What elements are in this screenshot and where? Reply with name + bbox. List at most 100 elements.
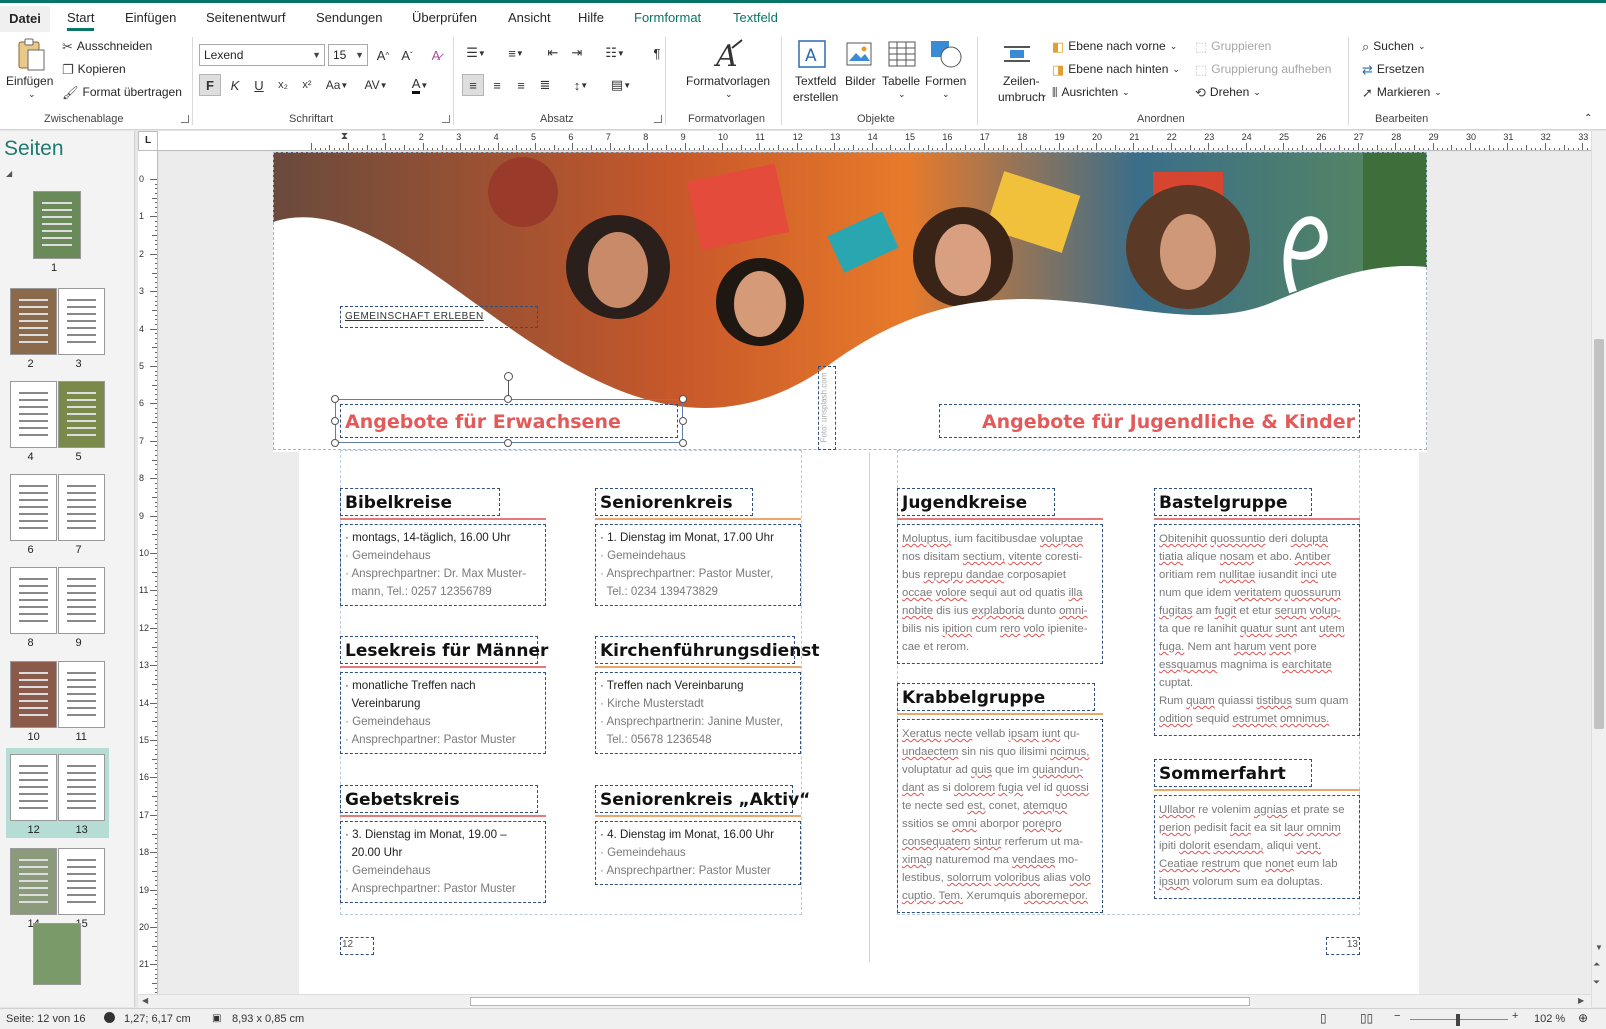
bullets-icon[interactable]: ☰ ▼ bbox=[460, 42, 492, 64]
scroll-left-icon[interactable]: ◀ bbox=[142, 996, 148, 1005]
paste-button[interactable]: Einfügen bbox=[6, 73, 53, 89]
menu-datei[interactable]: Datei bbox=[0, 6, 50, 32]
line-spacing-icon[interactable]: ↕ ▼ bbox=[566, 74, 596, 96]
page-thumbnail-13[interactable] bbox=[58, 754, 105, 821]
align-button[interactable]: ⫴ Ausrichten ⌄ bbox=[1052, 85, 1130, 99]
shapes-button[interactable]: Formen bbox=[925, 73, 966, 89]
menu-ueberpruefen[interactable]: Überprüfen bbox=[412, 10, 477, 25]
columns-icon[interactable]: ☷ ▼ bbox=[600, 42, 630, 64]
section-heading-box[interactable]: Kirchenführungsdienst bbox=[595, 636, 820, 664]
menu-ansicht[interactable]: Ansicht bbox=[508, 10, 551, 25]
chevron-down-icon[interactable]: ⌄ bbox=[725, 89, 733, 100]
collapse-ribbon-icon[interactable]: ⌃ bbox=[1584, 113, 1592, 124]
font-family-select[interactable]: Lexend ▼ bbox=[199, 44, 325, 66]
menu-einfuegen[interactable]: Einfügen bbox=[125, 10, 176, 25]
underline-button[interactable]: U bbox=[248, 74, 270, 96]
page-thumbnail-2[interactable] bbox=[10, 288, 57, 355]
page-thumbnail-9[interactable] bbox=[58, 567, 105, 634]
page-thumbnail-14[interactable] bbox=[10, 848, 57, 915]
chevron-down-icon[interactable]: ⌄ bbox=[898, 89, 906, 100]
kicker-textbox[interactable]: Gemeinschaft erleben bbox=[340, 306, 538, 328]
textbox-icon[interactable]: A bbox=[797, 39, 827, 69]
resize-handle[interactable] bbox=[504, 439, 512, 447]
paste-dropdown-icon[interactable]: ⌄ bbox=[28, 89, 36, 100]
align-left-icon[interactable]: ≡ bbox=[462, 74, 484, 96]
section-body-box[interactable]: · 4. Dienstag im Monat, 16.00 Uhr · Gemei… bbox=[595, 821, 801, 885]
pictures-button[interactable]: Bilder bbox=[845, 73, 876, 89]
pictures-icon[interactable] bbox=[845, 39, 875, 69]
clipboard-launcher-icon[interactable] bbox=[181, 115, 189, 123]
page-thumbnail-3[interactable] bbox=[58, 288, 105, 355]
section-body-box[interactable]: Xeratus necte vellab ipsam iunt qu-undae… bbox=[897, 719, 1103, 913]
select-button[interactable]: ➚ Markieren ⌄ bbox=[1362, 85, 1442, 99]
zoom-level[interactable]: 102 % bbox=[1534, 1013, 1565, 1025]
page-thumbnail-6[interactable] bbox=[10, 474, 57, 541]
subscript-button[interactable]: x₂ bbox=[272, 74, 294, 96]
two-page-view-icon[interactable]: ▯▯ bbox=[1360, 1011, 1373, 1025]
align-right-icon[interactable]: ≡ bbox=[510, 74, 532, 96]
indent-marker-icon[interactable]: ⧗ bbox=[341, 131, 348, 142]
collapse-triangle-icon[interactable]: ◢ bbox=[6, 169, 12, 178]
next-page-icon[interactable]: ⏷ bbox=[1593, 977, 1600, 988]
align-center-icon[interactable]: ≡ bbox=[486, 74, 508, 96]
vertical-scrollbar[interactable]: ▼ ⏶ ⏷ bbox=[1591, 131, 1606, 1007]
resize-handle[interactable] bbox=[331, 439, 339, 447]
ruler-corner[interactable]: L bbox=[138, 131, 158, 151]
section-body-box[interactable]: · montags, 14-täglich, 16.00 Uhr · Gemein… bbox=[340, 524, 546, 606]
menu-start[interactable]: Start bbox=[67, 10, 95, 31]
section-body-box[interactable]: Ullabor re volenim agnias et prate se per… bbox=[1154, 795, 1360, 899]
send-backward-button[interactable]: ◨ Ebene nach hinten ⌄ bbox=[1052, 62, 1180, 76]
section-body-box[interactable]: Moluptus, ium facitibusdae voluptae nos d… bbox=[897, 524, 1103, 664]
increase-indent-icon[interactable]: ⇥ bbox=[566, 42, 588, 64]
page-thumbnail-5[interactable] bbox=[58, 381, 105, 448]
paragraph-launcher-icon[interactable] bbox=[654, 115, 662, 123]
superscript-button[interactable]: x² bbox=[296, 74, 318, 96]
cut-button[interactable]: ✂ Ausschneiden bbox=[62, 39, 152, 53]
resize-handle[interactable] bbox=[679, 417, 687, 425]
section-heading-box[interactable]: Bibelkreise bbox=[340, 488, 500, 516]
numbering-icon[interactable]: ≡ ▼ bbox=[500, 42, 532, 64]
scroll-right-icon[interactable]: ▶ bbox=[1578, 996, 1584, 1005]
right-title-textbox[interactable]: Angebote für Jugendliche & Kinder bbox=[939, 404, 1360, 438]
horizontal-scrollbar[interactable]: ◀ ▶ bbox=[138, 994, 1591, 1008]
vertical-scroll-thumb[interactable] bbox=[1594, 339, 1604, 729]
zoom-out-icon[interactable]: − bbox=[1394, 1010, 1400, 1022]
horizontal-ruler[interactable]: 1 2 3 4 5 6 7 8 9 10 11 12 13 14 15 16 17 18 19 20 21 22 23 24 2… bbox=[158, 131, 1594, 151]
format-painter-button[interactable]: 🖌 Format übertragen bbox=[62, 85, 182, 99]
page-thumbnail-7[interactable] bbox=[58, 474, 105, 541]
section-heading-box[interactable]: Jugendkreise bbox=[897, 488, 1055, 516]
left-title-textbox[interactable]: Angebote für Erwachsene bbox=[340, 404, 678, 438]
table-icon[interactable] bbox=[887, 39, 917, 69]
page-thumbnail-1[interactable] bbox=[33, 191, 81, 259]
resize-handle[interactable] bbox=[679, 439, 687, 447]
bring-forward-button[interactable]: ◧ Ebene nach vorne ⌄ bbox=[1052, 39, 1177, 53]
page-status[interactable]: Seite: 12 von 16 bbox=[6, 1013, 86, 1025]
rotation-handle[interactable] bbox=[504, 372, 513, 381]
font-launcher-icon[interactable] bbox=[442, 115, 450, 123]
change-case-button[interactable]: Aa ▼ bbox=[322, 74, 352, 96]
copy-button[interactable]: ❐ Kopieren bbox=[62, 62, 126, 76]
group-button[interactable]: ⬚ Gruppieren bbox=[1195, 39, 1271, 53]
page-thumbnail-16[interactable] bbox=[33, 923, 81, 985]
menu-hilfe[interactable]: Hilfe bbox=[578, 10, 604, 25]
styles-button[interactable]: Formatvorlagen bbox=[686, 73, 770, 89]
replace-button[interactable]: ⇄ Ersetzen bbox=[1362, 62, 1424, 76]
justify-icon[interactable]: ≣ bbox=[534, 74, 556, 96]
photo-credit-textbox[interactable]: Foto: unsplash.com bbox=[818, 366, 836, 450]
bold-button[interactable]: F bbox=[199, 74, 221, 96]
italic-button[interactable]: K bbox=[224, 74, 246, 96]
menu-textfeld[interactable]: Textfeld bbox=[733, 10, 778, 25]
shrink-font-icon[interactable]: Aˇ bbox=[396, 44, 418, 66]
section-heading-box[interactable]: Seniorenkreis „Aktiv“ bbox=[595, 785, 810, 813]
paragraph-shading-icon[interactable]: ▤ ▼ bbox=[606, 74, 636, 96]
page-number-left-box[interactable]: 12 bbox=[340, 937, 374, 955]
single-page-view-icon[interactable]: ▯ bbox=[1320, 1011, 1327, 1025]
paste-icon[interactable] bbox=[16, 37, 46, 73]
page-thumbnail-10[interactable] bbox=[10, 661, 57, 728]
resize-handle[interactable] bbox=[679, 395, 687, 403]
page-number-right-box[interactable]: 13 bbox=[1326, 937, 1360, 955]
page-thumbnail-8[interactable] bbox=[10, 567, 57, 634]
section-heading-box[interactable]: Sommerfahrt bbox=[1154, 759, 1312, 787]
menu-sendungen[interactable]: Sendungen bbox=[316, 10, 383, 25]
char-spacing-button[interactable]: AV ▼ bbox=[360, 74, 392, 96]
